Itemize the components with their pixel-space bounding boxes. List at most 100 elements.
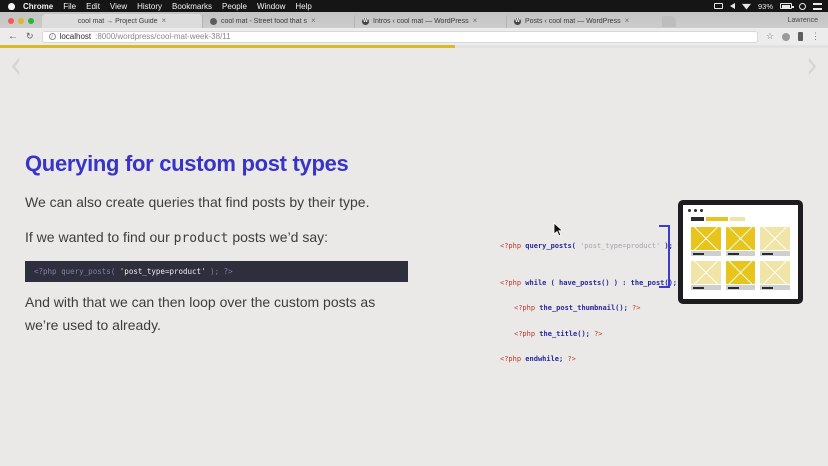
url-host: localhost: [60, 32, 92, 41]
code-block: <?php query_posts( 'post_type=product' )…: [25, 261, 408, 282]
code-bracket-annotation: [659, 225, 670, 288]
image-placeholder-icon: [691, 261, 721, 284]
tab-street-food[interactable]: cool mat - Street food that s ×: [202, 14, 354, 28]
post-card: [760, 227, 790, 256]
nav-segment: [706, 217, 728, 221]
code-token: <?php query_posts(: [34, 267, 120, 276]
tab-close-icon[interactable]: ×: [625, 17, 630, 25]
extension-icon[interactable]: [798, 32, 803, 41]
caption-placeholder: [760, 285, 790, 290]
browser-toolbar: ← ↻ i localhost:8000/wordpress/cool-mat-…: [0, 28, 828, 45]
reload-button[interactable]: ↻: [26, 31, 34, 42]
site-info-icon[interactable]: i: [49, 33, 56, 40]
caption-placeholder: [760, 251, 790, 256]
page-title: Querying for custom post types: [25, 151, 349, 177]
window-minimize-button[interactable]: [18, 18, 24, 24]
menubar-status-icons: 93%: [714, 2, 822, 11]
paragraph-intro: We can also create queries that find pos…: [25, 194, 369, 210]
profile-name[interactable]: Lawrence: [788, 17, 828, 28]
image-placeholder-icon: [760, 227, 790, 250]
menubar-item-history[interactable]: History: [137, 2, 162, 11]
php-open-tag: <?php: [500, 355, 525, 363]
apple-menu-icon[interactable]: [8, 3, 15, 10]
paragraph-loop: And with that we can then loop over the …: [25, 291, 405, 336]
post-card: [726, 261, 756, 290]
back-button[interactable]: ←: [8, 32, 18, 42]
next-slide-chevron-icon[interactable]: ›: [806, 43, 818, 89]
clock-icon[interactable]: [799, 3, 806, 10]
image-placeholder-icon: [726, 227, 756, 250]
php-close-tag: ?>: [632, 304, 640, 312]
tab-posts-wordpress[interactable]: W Posts ‹ cool mat — WordPress ×: [506, 14, 658, 28]
battery-percent: 93%: [758, 2, 773, 11]
caption-placeholder: [726, 285, 756, 290]
menubar-item-window[interactable]: Window: [257, 2, 285, 11]
screen: Chrome File Edit View History Bookmarks …: [0, 0, 828, 466]
window-close-button[interactable]: [8, 18, 14, 24]
post-card: [726, 227, 756, 256]
mouse-cursor-icon: [553, 222, 564, 237]
tab-project-guide[interactable]: cool mat → Project Guide ×: [42, 14, 202, 28]
mockup-post-grid: [691, 227, 790, 290]
notification-center-icon[interactable]: [813, 3, 822, 10]
tab-title: Posts ‹ cool mat — WordPress: [525, 18, 621, 25]
tab-close-icon[interactable]: ×: [311, 17, 316, 25]
wifi-icon[interactable]: [742, 3, 751, 10]
menubar-item-bookmarks[interactable]: Bookmarks: [172, 2, 212, 11]
url-path: :8000/wordpress/cool-mat-week-38/11: [95, 32, 230, 41]
menubar-item-file[interactable]: File: [63, 2, 76, 11]
browser-mockup: [678, 200, 803, 304]
image-placeholder-icon: [691, 227, 721, 250]
address-bar[interactable]: i localhost:8000/wordpress/cool-mat-week…: [42, 31, 758, 43]
extension-icon[interactable]: [782, 33, 790, 41]
code-token: 'post_type=product': [120, 267, 206, 276]
code-line: <?php the_post_thumbnail(); ?>: [500, 304, 690, 313]
php-close-tag: ?>: [567, 355, 575, 363]
chrome-menu-icon[interactable]: ⋮: [811, 31, 820, 42]
post-card: [691, 261, 721, 290]
code-token: endwhile;: [525, 355, 567, 363]
tab-close-icon[interactable]: ×: [473, 17, 478, 25]
window-zoom-button[interactable]: [28, 18, 34, 24]
code-token: the_title();: [539, 330, 594, 338]
bookmark-star-icon[interactable]: ☆: [766, 31, 774, 42]
text: If we wanted to find our: [25, 229, 174, 245]
caption-placeholder: [726, 251, 756, 256]
code-token: query_posts(: [525, 242, 580, 250]
code-token: the_post_thumbnail();: [539, 304, 632, 312]
volume-icon[interactable]: [730, 3, 735, 9]
menubar-item-people[interactable]: People: [222, 2, 247, 11]
caption-placeholder: [691, 251, 721, 256]
prev-slide-chevron-icon[interactable]: ‹: [10, 43, 22, 89]
image-placeholder-icon: [760, 261, 790, 284]
image-placeholder-icon: [726, 261, 756, 284]
code-string: 'post_type=product': [580, 242, 660, 250]
menubar-item-chrome[interactable]: Chrome: [23, 2, 53, 11]
mockup-window-dots-icon: [683, 205, 798, 212]
mockup-navbar: [691, 217, 798, 221]
nav-segment: [730, 217, 745, 221]
post-card: [760, 261, 790, 290]
tab-title: cool mat → Project Guide: [78, 18, 158, 25]
tab-intros-wordpress[interactable]: W Intros ‹ cool mat — WordPress ×: [354, 14, 506, 28]
code-token: while ( have_posts() ) : the_post();: [525, 279, 681, 287]
new-tab-button[interactable]: [662, 16, 676, 27]
menubar-item-help[interactable]: Help: [295, 2, 311, 11]
menubar-item-edit[interactable]: Edit: [86, 2, 100, 11]
inline-code-product: product: [174, 231, 229, 246]
tab-title: Intros ‹ cool mat — WordPress: [373, 18, 469, 25]
menubar-item-view[interactable]: View: [110, 2, 127, 11]
php-open-tag: <?php: [500, 242, 525, 250]
code-token: ); ?>: [206, 267, 233, 276]
text: posts we’d say:: [228, 229, 328, 245]
paragraph-product: If we wanted to find our product posts w…: [25, 229, 328, 246]
display-icon[interactable]: [714, 3, 723, 9]
code-line: <?php the_title(); ?>: [500, 330, 690, 339]
slide-page: ‹ › Querying for custom post types We ca…: [0, 48, 828, 466]
battery-icon: [780, 3, 792, 9]
caption-placeholder: [691, 285, 721, 290]
tab-strip: cool mat → Project Guide × cool mat - St…: [0, 12, 828, 28]
tab-close-icon[interactable]: ×: [162, 17, 167, 25]
php-open-tag: <?php: [500, 279, 525, 287]
macos-menubar: Chrome File Edit View History Bookmarks …: [0, 0, 828, 12]
